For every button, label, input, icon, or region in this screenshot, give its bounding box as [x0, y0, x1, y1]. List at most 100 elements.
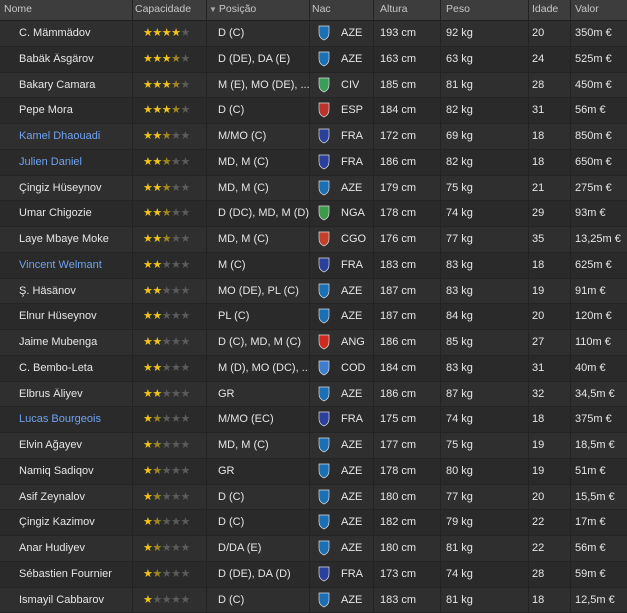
- table-row[interactable]: Ş. Häsänov★★★★★MO (DE), PL (C)AZE187 cm8…: [0, 279, 627, 305]
- player-name[interactable]: Vincent Welmant: [19, 259, 133, 271]
- aze-icon: [317, 540, 331, 556]
- table-row[interactable]: Lucas Bourgeois★★★★★M/MO (EC)FRA175 cm74…: [0, 407, 627, 433]
- player-name[interactable]: Kamel Dhaouadi: [19, 130, 133, 142]
- player-name[interactable]: Sébastien Fournier: [19, 568, 133, 580]
- star-icon: ★: [181, 439, 190, 451]
- player-name[interactable]: Pepe Mora: [19, 104, 133, 116]
- player-name[interactable]: Lucas Bourgeois: [19, 413, 133, 425]
- column-header-value[interactable]: Valor: [575, 3, 599, 15]
- table-row[interactable]: Babäk Äsgärov★★★★★D (DE), DA (E)AZE163 c…: [0, 47, 627, 73]
- table-row[interactable]: Çingiz Kazimov★★★★★D (C)AZE182 cm79 kg22…: [0, 510, 627, 536]
- star-icon: ★: [162, 130, 171, 142]
- player-position: D/DA (E): [218, 542, 313, 554]
- table-row[interactable]: C. Bembo-Leta★★★★★M (D), MO (DC), ...COD…: [0, 356, 627, 382]
- star-icon: ★: [181, 182, 190, 194]
- player-name[interactable]: Jaime Mubenga: [19, 336, 133, 348]
- player-height: 173 cm: [380, 568, 416, 580]
- table-row[interactable]: Anar Hudiyev★★★★★D/DA (E)AZE180 cm81 kg2…: [0, 536, 627, 562]
- player-weight: 82 kg: [446, 156, 473, 168]
- star-icon: ★: [181, 362, 190, 374]
- aze-icon: [317, 592, 331, 608]
- player-name[interactable]: Çingiz Hüseynov: [19, 182, 133, 194]
- cgo-icon: [317, 231, 331, 247]
- star-icon: ★: [143, 104, 152, 116]
- player-position: MD, M (C): [218, 156, 313, 168]
- star-icon: ★: [181, 233, 190, 245]
- table-row[interactable]: Elvin Ağayev★★★★★MD, M (C)AZE177 cm75 kg…: [0, 433, 627, 459]
- ability-stars: ★★★★★: [143, 258, 207, 271]
- star-icon: ★: [181, 104, 190, 116]
- player-nationality: COD: [341, 362, 365, 374]
- star-icon: ★: [152, 259, 161, 271]
- table-row[interactable]: Jaime Mubenga★★★★★D (C), MD, M (C)ANG186…: [0, 330, 627, 356]
- player-name[interactable]: Julien Daniel: [19, 156, 133, 168]
- player-height: 184 cm: [380, 362, 416, 374]
- player-name[interactable]: Namiq Sadiqov: [19, 465, 133, 477]
- star-icon: ★: [162, 27, 171, 39]
- player-name[interactable]: Umar Chigozie: [19, 207, 133, 219]
- column-header-nationality[interactable]: Nac: [312, 3, 331, 15]
- player-name[interactable]: Elbrus Äliyev: [19, 388, 133, 400]
- player-position: D (C): [218, 104, 313, 116]
- table-row[interactable]: Vincent Welmant★★★★★M (C)FRA183 cm83 kg1…: [0, 253, 627, 279]
- player-name[interactable]: Bakary Camara: [19, 79, 133, 91]
- table-row[interactable]: Julien Daniel★★★★★MD, M (C)FRA186 cm82 k…: [0, 150, 627, 176]
- player-name[interactable]: C. Bembo-Leta: [19, 362, 133, 374]
- star-icon: ★: [143, 594, 152, 606]
- player-name[interactable]: Asif Zeynalov: [19, 491, 133, 503]
- player-name[interactable]: C. Mämmädov: [19, 27, 133, 39]
- player-name[interactable]: Ş. Häsänov: [19, 285, 133, 297]
- star-icon: ★: [152, 285, 161, 297]
- player-name[interactable]: Anar Hudiyev: [19, 542, 133, 554]
- star-icon: ★: [171, 413, 180, 425]
- column-header-weight[interactable]: Peso: [446, 3, 470, 15]
- table-row[interactable]: Namiq Sadiqov★★★★★GRAZE178 cm80 kg1951m …: [0, 459, 627, 485]
- column-header-height[interactable]: Altura: [380, 3, 407, 15]
- player-name[interactable]: Ismayil Cabbarov: [19, 594, 133, 606]
- player-position: GR: [218, 388, 313, 400]
- table-row[interactable]: Ismayil Cabbarov★★★★★D (C)AZE183 cm81 kg…: [0, 588, 627, 613]
- table-row[interactable]: C. Mämmädov★★★★★D (C)AZE193 cm92 kg20350…: [0, 21, 627, 47]
- player-name[interactable]: Laye Mbaye Moke: [19, 233, 133, 245]
- star-icon: ★: [143, 233, 152, 245]
- table-row[interactable]: Umar Chigozie★★★★★D (DC), MD, M (D)NGA17…: [0, 201, 627, 227]
- player-height: 185 cm: [380, 79, 416, 91]
- star-icon: ★: [143, 207, 152, 219]
- player-name[interactable]: Elnur Hüseynov: [19, 310, 133, 322]
- player-name[interactable]: Çingiz Kazimov: [19, 516, 133, 528]
- column-header-position[interactable]: ▼Posição: [209, 3, 256, 15]
- star-icon: ★: [181, 413, 190, 425]
- player-name[interactable]: Elvin Ağayev: [19, 439, 133, 451]
- aze-icon: [317, 514, 331, 530]
- sort-desc-icon: ▼: [209, 5, 217, 14]
- player-weight: 69 kg: [446, 130, 473, 142]
- player-height: 183 cm: [380, 594, 416, 606]
- table-row[interactable]: Pepe Mora★★★★★D (C)ESP184 cm82 kg3156m €: [0, 98, 627, 124]
- esp-icon: [317, 102, 331, 118]
- player-name[interactable]: Babäk Äsgärov: [19, 53, 133, 65]
- player-value: 450m €: [575, 79, 612, 91]
- column-header-age[interactable]: Idade: [532, 3, 558, 15]
- star-icon: ★: [143, 516, 152, 528]
- table-row[interactable]: Laye Mbaye Moke★★★★★MD, M (C)CGO176 cm77…: [0, 227, 627, 253]
- column-header-ability[interactable]: Capacidade: [135, 3, 191, 15]
- player-nationality: AZE: [341, 465, 362, 477]
- table-row[interactable]: Sébastien Fournier★★★★★D (DE), DA (D)FRA…: [0, 562, 627, 588]
- table-row[interactable]: Elnur Hüseynov★★★★★PL (C)AZE187 cm84 kg2…: [0, 304, 627, 330]
- table-row[interactable]: Bakary Camara★★★★★M (E), MO (DE), ...CIV…: [0, 73, 627, 99]
- table-row[interactable]: Elbrus Äliyev★★★★★GRAZE186 cm87 kg3234,5…: [0, 382, 627, 408]
- star-icon: ★: [162, 53, 171, 65]
- player-nationality: CGO: [341, 233, 366, 245]
- table-row[interactable]: Çingiz Hüseynov★★★★★MD, M (C)AZE179 cm75…: [0, 176, 627, 202]
- player-weight: 84 kg: [446, 310, 473, 322]
- player-age: 18: [532, 413, 544, 425]
- player-height: 172 cm: [380, 130, 416, 142]
- table-row[interactable]: Asif Zeynalov★★★★★D (C)AZE180 cm77 kg201…: [0, 485, 627, 511]
- table-row[interactable]: Kamel Dhaouadi★★★★★M/MO (C)FRA172 cm69 k…: [0, 124, 627, 150]
- star-icon: ★: [181, 542, 190, 554]
- column-header-name[interactable]: Nome: [4, 3, 32, 15]
- nga-icon: [317, 205, 331, 221]
- player-nationality: AZE: [341, 27, 362, 39]
- column-divider: [132, 0, 133, 613]
- player-age: 22: [532, 542, 544, 554]
